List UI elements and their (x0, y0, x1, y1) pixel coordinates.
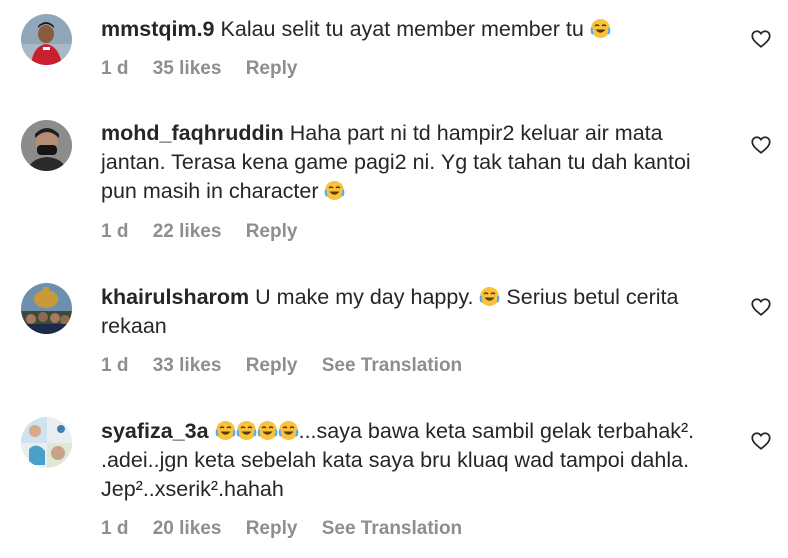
face-with-tears-of-joy-icon (479, 286, 500, 307)
comment-username[interactable]: khairulsharom (101, 285, 249, 309)
avatar[interactable] (21, 120, 72, 171)
comment-text: mmstqim.9 Kalau selit tu ayat member memb… (101, 15, 721, 44)
comment-meta: 1 d 22 likes Reply (101, 221, 316, 243)
avatar[interactable] (21, 283, 72, 334)
comment-time: 1 d (101, 355, 129, 376)
reply-button[interactable]: Reply (246, 355, 298, 376)
comment-username[interactable]: syafiza_3a (101, 419, 209, 443)
comment-meta: 1 d 20 likes Reply See Translation (101, 518, 481, 540)
face-with-tears-of-joy-icon (257, 420, 278, 441)
reply-button[interactable]: Reply (246, 221, 298, 242)
comment-text: syafiza_3a ...saya bawa keta sambil gelak… (101, 417, 721, 504)
reply-button[interactable]: Reply (246, 58, 298, 79)
comment-likes-button[interactable]: 22 likes (153, 221, 222, 242)
heart-outline-icon[interactable] (750, 430, 772, 452)
see-translation-button[interactable]: See Translation (322, 518, 462, 539)
comment-meta: 1 d 33 likes Reply See Translation (101, 355, 481, 377)
see-translation-button[interactable]: See Translation (322, 355, 462, 376)
heart-outline-icon[interactable] (750, 296, 772, 318)
heart-outline-icon[interactable] (750, 134, 772, 156)
avatar[interactable] (21, 14, 72, 65)
face-with-tears-of-joy-icon (324, 180, 345, 201)
comment-text: khairulsharom U make my day happy. Serius… (101, 283, 721, 341)
comment-likes-button[interactable]: 35 likes (153, 58, 222, 79)
heart-outline-icon[interactable] (750, 28, 772, 50)
face-with-tears-of-joy-icon (215, 420, 236, 441)
avatar[interactable] (21, 417, 72, 468)
comment-username[interactable]: mohd_faqhruddin (101, 121, 284, 145)
comment-likes-button[interactable]: 20 likes (153, 518, 222, 539)
comment-likes-button[interactable]: 33 likes (153, 355, 222, 376)
comment-text: mohd_faqhruddin Haha part ni td hampir2 k… (101, 119, 721, 206)
comment-time: 1 d (101, 518, 129, 539)
comment-time: 1 d (101, 221, 129, 242)
face-with-tears-of-joy-icon (278, 420, 299, 441)
comment-body: U make my day happy. (255, 285, 480, 309)
comment-username[interactable]: mmstqim.9 (101, 17, 215, 41)
comment-meta: 1 d 35 likes Reply (101, 58, 316, 80)
comment-time: 1 d (101, 58, 129, 79)
face-with-tears-of-joy-icon (236, 420, 257, 441)
face-with-tears-of-joy-icon (590, 18, 611, 39)
comment-body: Kalau selit tu ayat member member tu (220, 17, 590, 41)
reply-button[interactable]: Reply (246, 518, 298, 539)
